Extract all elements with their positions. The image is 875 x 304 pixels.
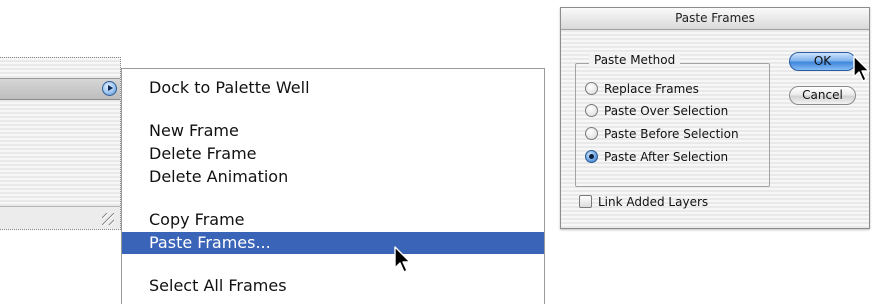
menu-item-dock-to-palette-well[interactable]: Dock to Palette Well xyxy=(122,77,544,99)
radio-label: Paste After Selection xyxy=(604,150,729,164)
menu-item-paste-frames[interactable]: Paste Frames... xyxy=(122,232,544,254)
menu-item-label: Paste Frames... xyxy=(149,233,271,252)
menu-item-new-frame[interactable]: New Frame xyxy=(122,120,544,142)
palette-menu-arrow-icon[interactable] xyxy=(102,81,117,96)
radio-label: Paste Before Selection xyxy=(604,127,739,141)
ok-button[interactable]: OK xyxy=(789,52,856,71)
menu-item-label: New Frame xyxy=(149,121,239,140)
resize-grip-icon[interactable] xyxy=(102,213,114,225)
menu-item-label: Select All Frames xyxy=(149,276,287,295)
menu-item-delete-frame[interactable]: Delete Frame xyxy=(122,143,544,165)
palette-menu: Dock to Palette Well New Frame Delete Fr… xyxy=(121,68,545,304)
menu-item-select-all-frames[interactable]: Select All Frames xyxy=(122,275,544,297)
palette-footer xyxy=(0,206,120,229)
menu-item-copy-frame[interactable]: Copy Frame xyxy=(122,209,544,231)
dialog-title: Paste Frames xyxy=(561,8,869,30)
menu-item-delete-animation[interactable]: Delete Animation xyxy=(122,166,544,188)
menu-item-label: Delete Animation xyxy=(149,167,289,186)
radio-button-icon[interactable] xyxy=(585,127,598,140)
menu-item-label: Dock to Palette Well xyxy=(149,78,310,97)
paste-method-label: Paste Method xyxy=(589,53,681,67)
menu-item-label: Delete Frame xyxy=(149,144,257,163)
radio-button-selected-icon[interactable] xyxy=(585,150,598,163)
link-added-layers-label: Link Added Layers xyxy=(598,195,709,209)
palette-tab-bar xyxy=(0,78,120,100)
radio-button-icon[interactable] xyxy=(585,82,598,95)
menu-separator xyxy=(122,261,544,262)
menu-separator xyxy=(122,109,544,110)
radio-label: Replace Frames xyxy=(604,82,699,96)
menu-separator xyxy=(122,196,544,197)
radio-label: Paste Over Selection xyxy=(604,104,729,118)
radio-button-icon[interactable] xyxy=(585,104,598,117)
paste-frames-dialog: Paste Frames Paste Method Replace Frames… xyxy=(560,7,870,229)
cancel-button[interactable]: Cancel xyxy=(789,86,856,105)
menu-item-label: Copy Frame xyxy=(149,210,245,229)
link-added-layers-checkbox[interactable] xyxy=(579,195,592,208)
animation-palette xyxy=(0,57,121,230)
